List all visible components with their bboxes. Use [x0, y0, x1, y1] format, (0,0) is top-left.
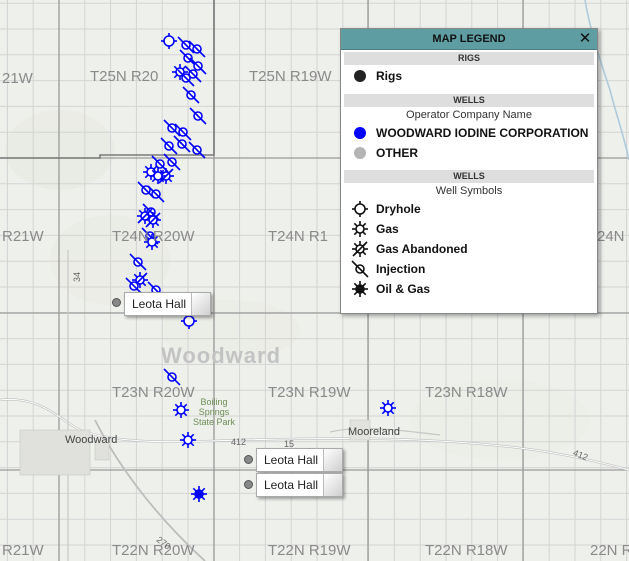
legend-row-symbol: Injection [341, 259, 597, 279]
gas-icon[interactable] [173, 402, 189, 418]
legend-title: MAP LEGEND [432, 33, 506, 45]
highway-label: 34 [72, 271, 83, 283]
rig-callout[interactable]: Leota Hall [256, 448, 344, 472]
township-label: T23N R20W [112, 384, 195, 401]
place-label-woodward: Woodward [65, 434, 118, 446]
highway-label: 412 [231, 437, 247, 447]
legend-row-operator: OTHER [341, 143, 597, 163]
operator-color-icon [354, 127, 366, 139]
gas-icon[interactable] [180, 432, 196, 448]
township-label: T22N R20W [112, 542, 195, 559]
township-label: T23N R18W [425, 384, 508, 401]
dryhole-icon [352, 201, 368, 217]
township-label: R21W [2, 228, 44, 245]
township-label: T25N R20 [90, 68, 159, 85]
township-label: R21W [2, 542, 44, 559]
legend-row-symbol: Dryhole [341, 199, 597, 219]
rig-dot[interactable] [244, 455, 253, 464]
close-icon[interactable]: ✕ [577, 30, 593, 46]
injection-icon [351, 260, 369, 278]
township-label: T24N R20W [112, 228, 195, 245]
place-label-mooreland: Mooreland [348, 426, 400, 438]
legend-row-operator: WOODWARD IODINE CORPORATION [341, 123, 597, 143]
rig-callout-label: Leota Hall [132, 297, 187, 311]
legend-section-rigs: RIGS [344, 52, 594, 65]
gas-icon[interactable] [150, 168, 166, 184]
oil-gas-icon [352, 281, 368, 297]
rig-callout-label: Leota Hall [264, 478, 319, 492]
rig-callout-label: Leota Hall [264, 453, 319, 467]
legend-row-symbol: Oil & Gas [341, 279, 597, 299]
legend-symbols-subtitle: Well Symbols [435, 185, 503, 197]
gas-icon [352, 221, 368, 237]
township-label: T25N R19W [249, 68, 332, 85]
gas-abandoned-icon [352, 241, 368, 257]
rig-dot[interactable] [244, 480, 253, 489]
oil-gas-icon[interactable] [191, 486, 207, 502]
township-label: 22N R [590, 542, 629, 559]
legend-section-wells-operator: WELLS [344, 94, 594, 107]
township-label: T22N R18W [425, 542, 508, 559]
township-label: T22N R19W [268, 542, 351, 559]
callout-tab[interactable] [191, 293, 211, 315]
township-label: 24N R [597, 228, 629, 245]
legend-section-wells-symbols: WELLS [344, 170, 594, 183]
rig-callout[interactable]: Leota Hall [256, 473, 344, 497]
gas-icon[interactable] [380, 400, 396, 416]
township-label: 21W [2, 70, 33, 87]
rig-dot-icon [354, 70, 366, 82]
callout-tab[interactable] [323, 474, 343, 496]
operator-color-icon [354, 147, 366, 159]
park-label: Boiling Springs State Park [193, 397, 236, 427]
legend-header: MAP LEGEND ✕ [341, 29, 597, 50]
legend-row-symbol: Gas [341, 219, 597, 239]
county-label: Woodward [161, 343, 282, 368]
legend-row-rigs: Rigs [341, 65, 597, 87]
legend-operator-subtitle: Operator Company Name [406, 109, 532, 121]
township-label: T23N R19W [268, 384, 351, 401]
legend-row-symbol: Gas Abandoned [341, 239, 597, 259]
rig-callout[interactable]: Leota Hall [124, 292, 212, 316]
rig-dot[interactable] [112, 298, 121, 307]
township-label: T24N R1 [268, 228, 329, 245]
gas-abandoned-icon[interactable] [145, 212, 161, 228]
callout-tab[interactable] [323, 449, 343, 471]
map-legend-panel: MAP LEGEND ✕ RIGS Rigs WELLS Operator Co… [340, 28, 598, 314]
